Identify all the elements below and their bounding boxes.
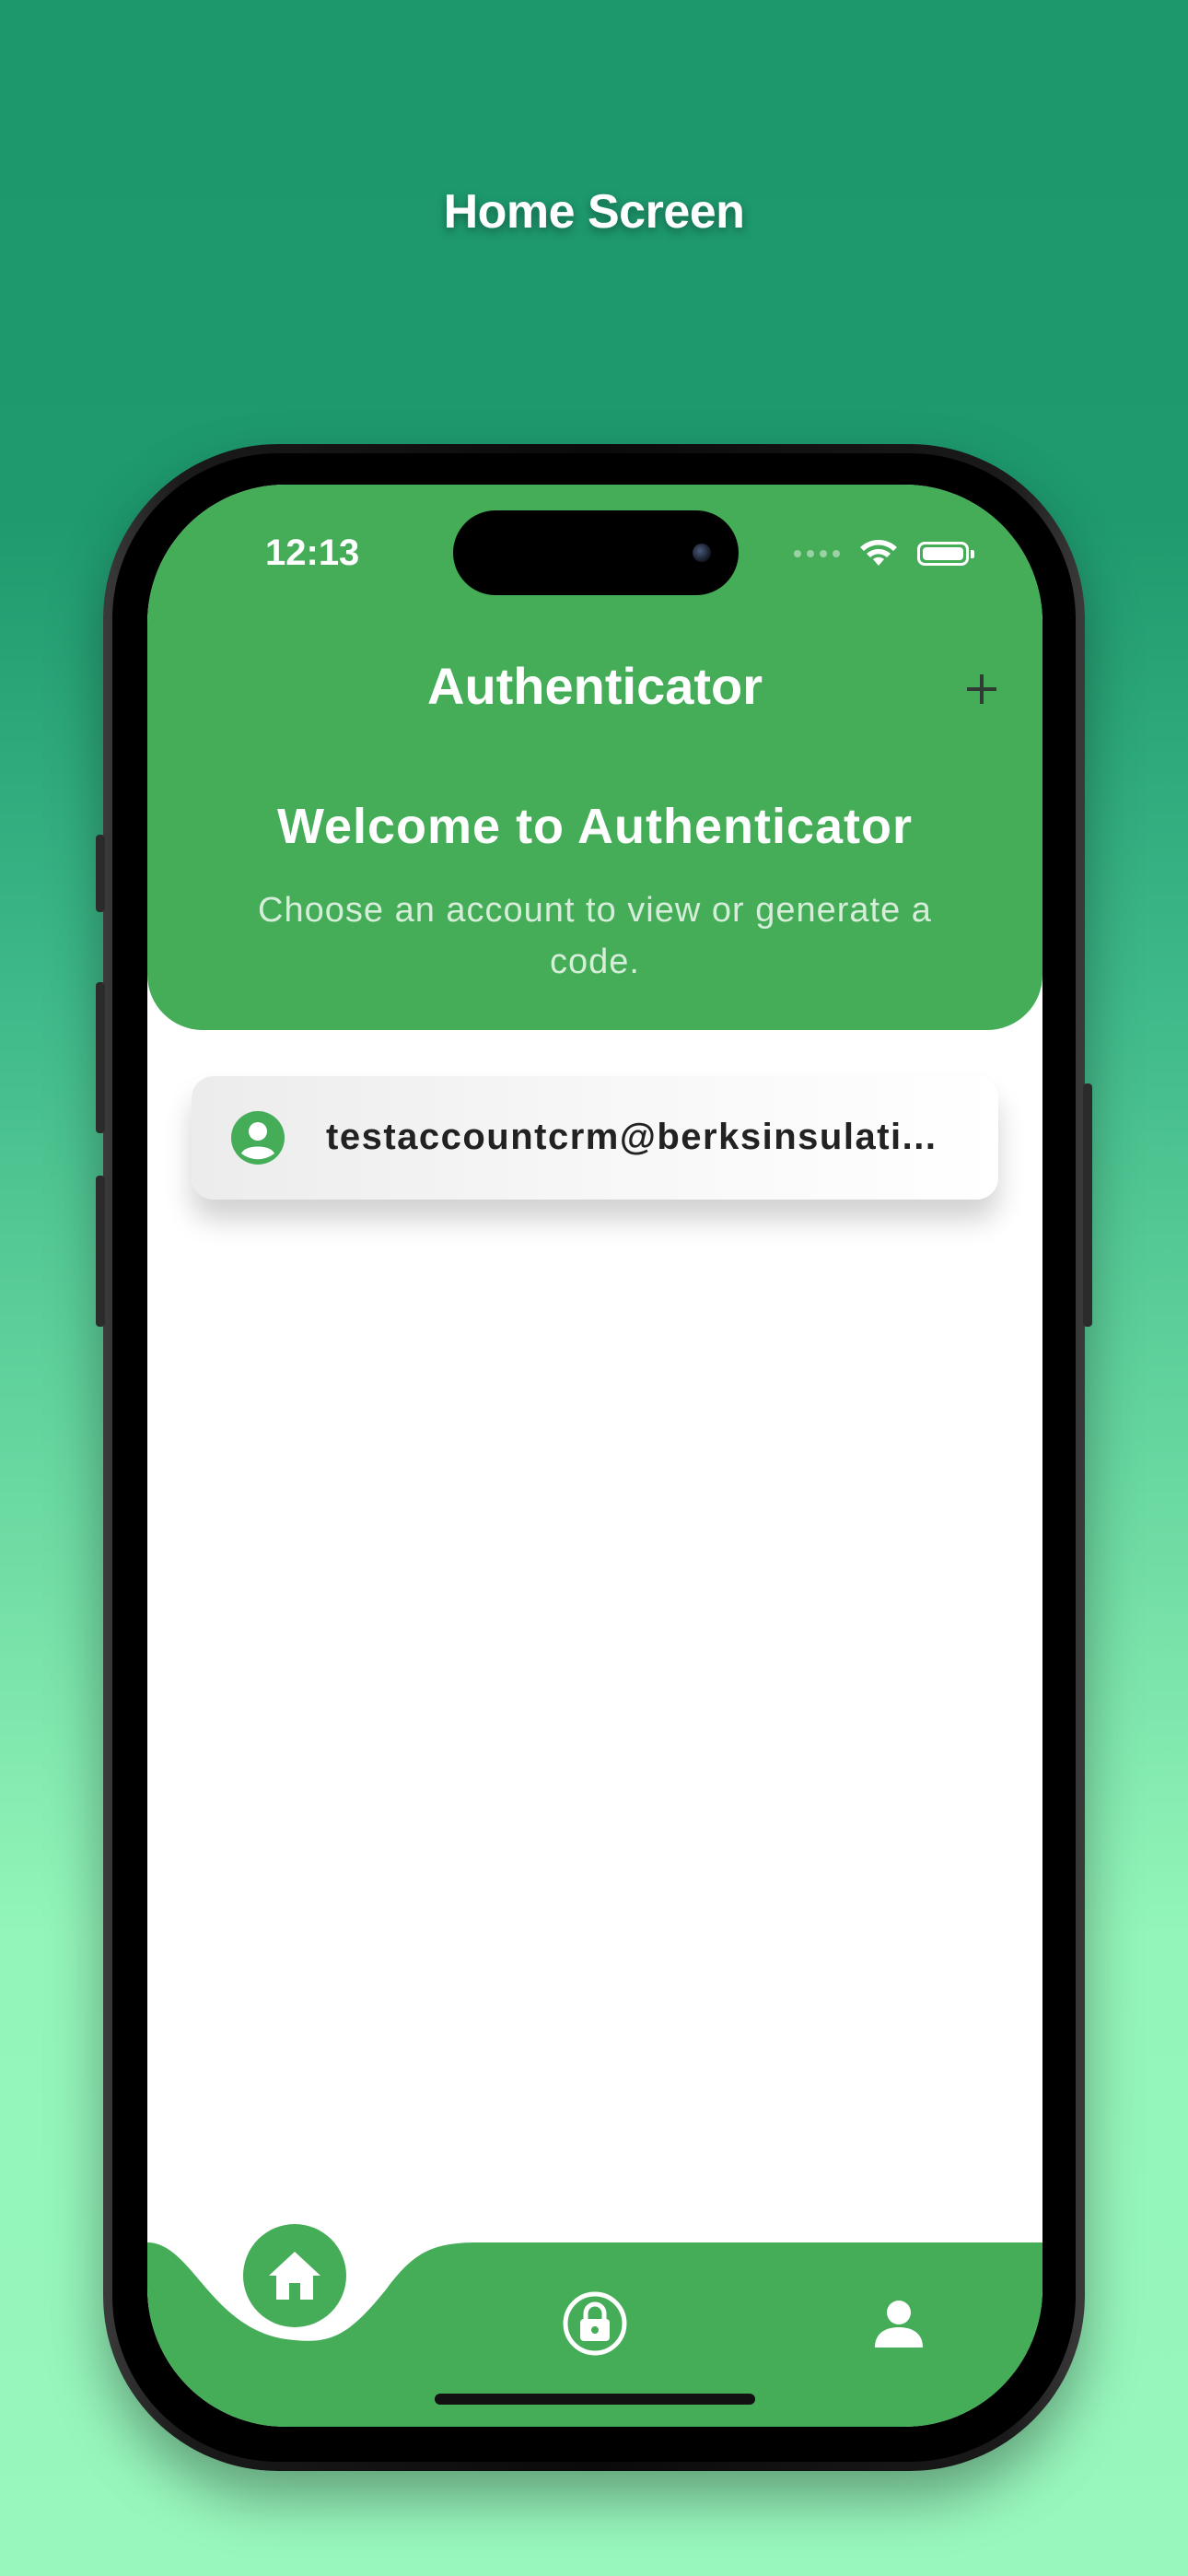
status-time: 12:13 bbox=[265, 533, 360, 573]
lock-icon bbox=[563, 2291, 627, 2356]
person-icon bbox=[875, 2301, 923, 2348]
tab-profile[interactable] bbox=[866, 2290, 932, 2357]
bottom-tab-bar bbox=[147, 2224, 1042, 2427]
plus-icon bbox=[967, 674, 996, 704]
add-account-button[interactable] bbox=[949, 656, 1015, 722]
wifi-icon bbox=[860, 540, 897, 566]
camera-icon bbox=[693, 544, 711, 562]
app-header: 12:13 Authenticator Welcome to Authentic… bbox=[147, 485, 1042, 1030]
home-indicator bbox=[435, 2394, 755, 2405]
home-icon bbox=[269, 2252, 320, 2300]
welcome-subtitle: Choose an account to view or generate a … bbox=[258, 891, 932, 981]
account-list-item[interactable]: testaccountcrm@berksinsulati... bbox=[192, 1076, 998, 1200]
power-button bbox=[1083, 1083, 1092, 1327]
welcome-title: Welcome to Authenticator bbox=[276, 799, 914, 854]
account-circle-icon bbox=[231, 1111, 285, 1165]
dynamic-island bbox=[453, 510, 739, 595]
signal-icon bbox=[794, 550, 840, 557]
status-indicators bbox=[794, 538, 974, 569]
tab-codes[interactable] bbox=[562, 2290, 628, 2357]
nav-title: Authenticator bbox=[427, 657, 763, 715]
tab-home[interactable] bbox=[243, 2224, 346, 2327]
phone-screen: 12:13 Authenticator Welcome to Authentic… bbox=[147, 485, 1042, 2427]
battery-icon bbox=[917, 542, 974, 566]
page-title: Home Screen bbox=[443, 185, 745, 239]
account-email: testaccountcrm@berksinsulati... bbox=[326, 1117, 938, 1157]
mute-switch bbox=[96, 835, 105, 912]
volume-up-button bbox=[96, 982, 105, 1133]
volume-down-button bbox=[96, 1176, 105, 1327]
